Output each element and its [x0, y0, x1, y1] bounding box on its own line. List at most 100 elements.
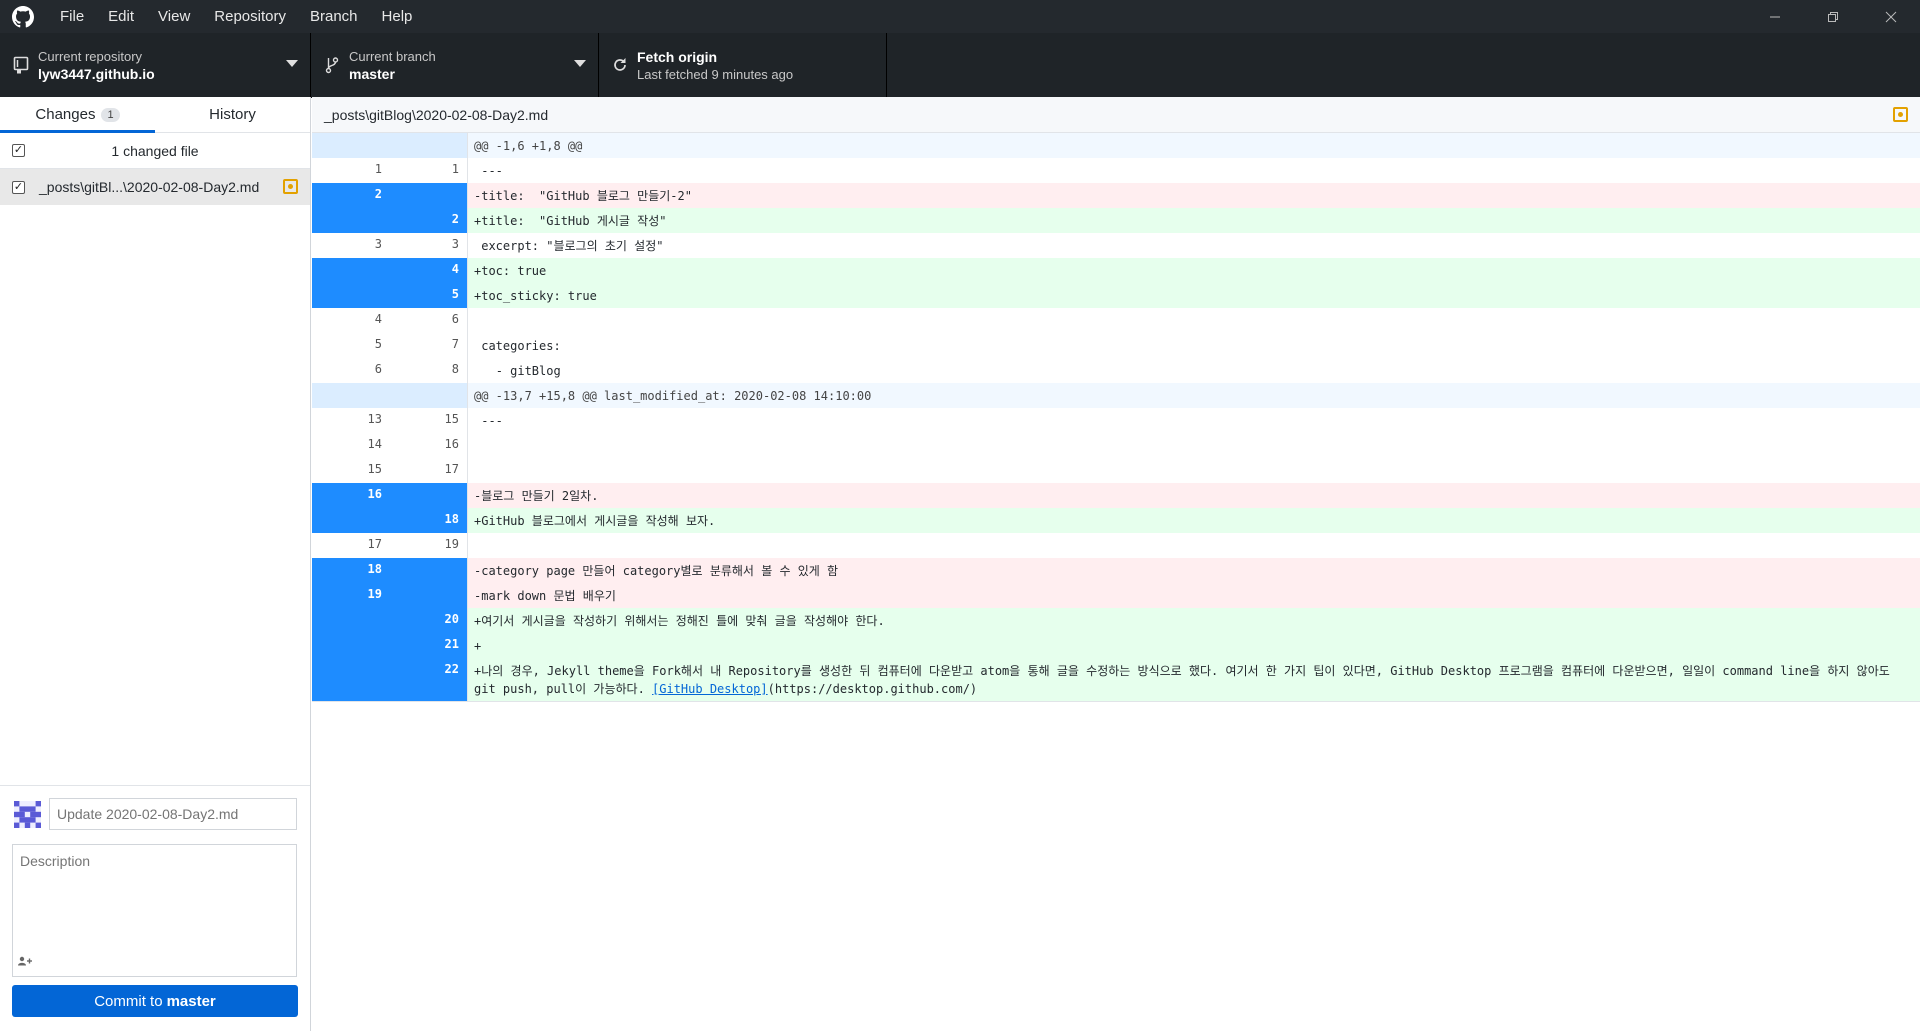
menu-branch[interactable]: Branch	[298, 0, 370, 33]
current-repository-button[interactable]: Current repository lyw3447.github.io	[0, 33, 311, 97]
menu-repository[interactable]: Repository	[202, 0, 298, 33]
menu-file[interactable]: File	[48, 0, 96, 33]
fetch-origin-title: Fetch origin	[637, 48, 718, 65]
diff-line-content	[474, 539, 481, 553]
changes-count-badge: 1	[101, 107, 120, 122]
tab-changes-label: Changes	[35, 106, 96, 123]
window-controls	[1746, 0, 1920, 33]
diff-line-content: +	[474, 639, 482, 653]
diff-line-text: -mark down 문법 배우기	[468, 583, 1920, 608]
new-line-number: 18	[390, 508, 468, 533]
title-bar: File Edit View Repository Branch Help	[0, 0, 1920, 33]
avatar	[14, 801, 41, 828]
new-line-number: 21	[390, 633, 468, 658]
diff-line-add[interactable]: 2 +title: "GitHub 게시글 작성"	[312, 208, 1920, 233]
fetch-origin-button[interactable]: Fetch origin Last fetched 9 minutes ago	[599, 33, 887, 97]
menu-bar: File Edit View Repository Branch Help	[48, 0, 424, 33]
menu-view[interactable]: View	[146, 0, 202, 33]
old-line-number: 4	[312, 308, 390, 333]
minimize-button[interactable]	[1746, 0, 1804, 33]
diff-line-text: ---	[468, 408, 1920, 433]
new-line-number: 17	[390, 458, 468, 483]
diff-line-del[interactable]: 16 -블로그 만들기 2일차.	[312, 483, 1920, 508]
tab-history[interactable]: History	[155, 97, 310, 132]
old-line-number: 13	[312, 408, 390, 433]
diff-line-text: +	[468, 633, 1920, 658]
diff-line-content: +여기서 게시글을 작성하기 위해서는 정해진 틀에 맞춰 글을 작성해야 한다…	[474, 614, 885, 628]
menu-help[interactable]: Help	[370, 0, 425, 33]
commit-panel: Commit to master	[0, 785, 310, 1031]
tab-changes[interactable]: Changes 1	[0, 97, 155, 133]
close-button[interactable]	[1862, 0, 1920, 33]
new-line-number: 5	[390, 283, 468, 308]
diff-line-add[interactable]: 20 +여기서 게시글을 작성하기 위해서는 정해진 틀에 맞춰 글을 작성해야 …	[312, 608, 1920, 633]
old-line-number	[312, 508, 390, 533]
diff-line-content: -블로그 만들기 2일차.	[474, 489, 599, 503]
diff-line-add[interactable]: 5 +toc_sticky: true	[312, 283, 1920, 308]
current-repository-label: Current repository	[38, 48, 143, 64]
diff-line-del[interactable]: 2 -title: "GitHub 블로그 만들기-2"	[312, 183, 1920, 208]
changed-file-item[interactable]: ✓ _posts\gitBl...\2020-02-08-Day2.md	[0, 169, 310, 205]
diff-line-content: +GitHub 블로그에서 게시글을 작성해 보자.	[474, 514, 716, 528]
diff-line-ctx: 13 15 ---	[312, 408, 1920, 433]
branch-icon	[315, 56, 349, 74]
diff-hunk-header: @@ -1,6 +1,8 @@	[312, 133, 1920, 158]
diff-line-add[interactable]: 4 +toc: true	[312, 258, 1920, 283]
current-branch-button[interactable]: Current branch master	[311, 33, 599, 97]
markdown-link-text: [GitHub Desktop]	[652, 682, 768, 696]
changed-file-path: _posts\gitBl...\2020-02-08-Day2.md	[39, 179, 260, 195]
commit-button-label: Commit to	[94, 992, 163, 1010]
diff-line-text: categories:	[468, 333, 1920, 358]
sync-icon	[603, 57, 637, 73]
old-line-number	[312, 258, 390, 283]
diff-line-text: -블로그 만들기 2일차.	[468, 483, 1920, 508]
current-branch-label: Current branch	[349, 48, 436, 64]
restore-button[interactable]	[1804, 0, 1862, 33]
commit-summary-input[interactable]	[49, 798, 297, 830]
new-line-number: 16	[390, 433, 468, 458]
diff-line-ctx: 14 16	[312, 433, 1920, 458]
diff-line-content: +title: "GitHub 게시글 작성"	[474, 214, 667, 228]
diff-line-text: -category page 만들어 category별로 분류해서 볼 수 있…	[468, 558, 1920, 583]
commit-button[interactable]: Commit to master	[12, 985, 298, 1017]
file-checkbox[interactable]: ✓	[12, 180, 25, 194]
last-fetched-text: Last fetched 9 minutes ago	[637, 66, 794, 82]
diff-line-content: - gitBlog	[474, 364, 561, 378]
diff-line-content: @@ -13,7 +15,8 @@ last_modified_at: 2020…	[474, 389, 872, 403]
old-line-number: 17	[312, 533, 390, 558]
diff-line-text: @@ -13,7 +15,8 @@ last_modified_at: 2020…	[468, 383, 1920, 408]
file-modified-icon	[283, 179, 298, 194]
chevron-down-icon	[574, 60, 586, 67]
diff-line-ctx: 68 - gitBlog	[312, 358, 1920, 383]
old-line-number: 3	[312, 233, 390, 258]
diff-line-text: - gitBlog	[468, 358, 1920, 383]
diff-line-text: +여기서 게시글을 작성하기 위해서는 정해진 틀에 맞춰 글을 작성해야 한다…	[468, 608, 1920, 633]
restore-icon	[1828, 11, 1838, 22]
diff-line-text	[468, 308, 1920, 333]
diff-view: @@ -1,6 +1,8 @@ 1 1 --- 2 -title: "GitHub 블로…	[312, 133, 1920, 702]
file-modified-icon	[1893, 107, 1908, 122]
sidebar: Changes 1 History ✓ 1 changed file ✓ _po…	[0, 97, 311, 1031]
old-line-number	[312, 208, 390, 233]
toolbar: Current repository lyw3447.github.io Cur…	[0, 33, 1920, 98]
diff-line-add[interactable]: 21 +	[312, 633, 1920, 658]
diff-line-text	[468, 433, 1920, 458]
diff-end-divider	[312, 701, 1920, 702]
menu-edit[interactable]: Edit	[96, 0, 146, 33]
commit-description-input[interactable]	[12, 844, 297, 977]
old-line-number: 1	[312, 158, 390, 183]
diff-line-content	[474, 464, 481, 478]
diff-line-ctx: 57 categories:	[312, 333, 1920, 358]
add-coauthor-icon[interactable]	[18, 956, 32, 969]
diff-line-add[interactable]: 22 +나의 경우, Jekyll theme을 Fork해서 내 Reposit…	[312, 658, 1920, 701]
select-all-checkbox[interactable]: ✓	[12, 144, 25, 157]
changes-list-header: ✓ 1 changed file	[0, 133, 310, 169]
diff-line-ctx: 46	[312, 308, 1920, 333]
diff-line-del[interactable]: 18 -category page 만들어 category별로 분류해서 볼 수…	[312, 558, 1920, 583]
commit-button-branch: master	[166, 992, 216, 1010]
old-line-number	[312, 633, 390, 658]
old-line-number	[312, 283, 390, 308]
diff-line-add[interactable]: 18 +GitHub 블로그에서 게시글을 작성해 보자.	[312, 508, 1920, 533]
diff-line-del[interactable]: 19 -mark down 문법 배우기	[312, 583, 1920, 608]
diff-line-content: @@ -1,6 +1,8 @@	[474, 139, 583, 153]
